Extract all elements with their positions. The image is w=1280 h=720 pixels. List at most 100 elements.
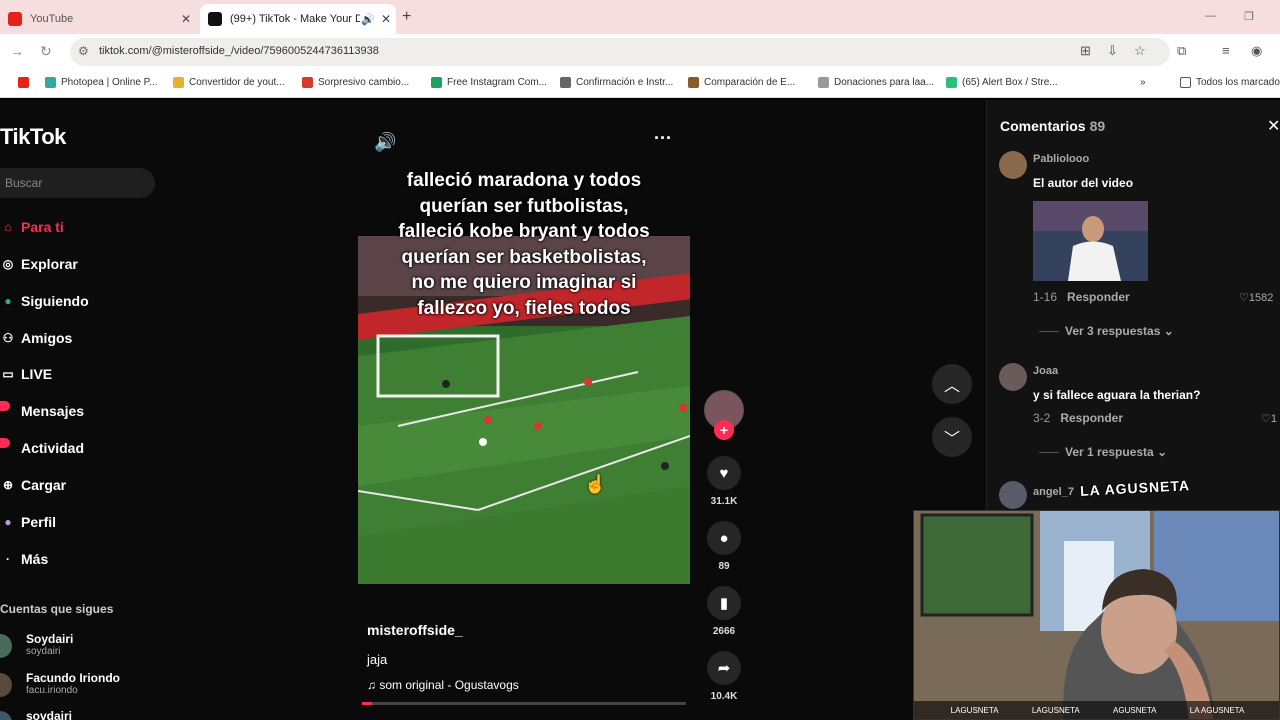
sidebar-item-live[interactable]: ▭ LIVE	[0, 362, 52, 386]
divider	[1039, 331, 1059, 333]
comments-count: 89	[1089, 118, 1106, 134]
comment-username[interactable]: Pabliolooo	[1033, 153, 1089, 165]
video-music[interactable]: ♫ som original - Ogustavogs	[367, 678, 519, 692]
bookmark-label: Confirmación e Instr...	[576, 77, 674, 88]
reload-icon[interactable]: ↻	[40, 43, 52, 60]
bookmark-folder[interactable]: Todos los marcado	[1180, 77, 1280, 88]
sidebar-item-label: Actividad	[21, 440, 85, 456]
tiktok-page: TikTok Buscar ⌂ Para ti ◎ Explorar ● Siguie…	[0, 100, 1280, 720]
share-count: 10.4K	[710, 691, 738, 702]
url-text: tiktok.com/@misteroffside_/video/7596005…	[99, 45, 379, 57]
comment-like[interactable]: ♡1582	[1239, 291, 1273, 304]
friends-icon: ⚇	[2, 331, 14, 345]
sidebar-item-explorar[interactable]: ◎ Explorar	[0, 252, 78, 276]
tab-tiktok[interactable]: (99+) TikTok - Make Your Da 🔊 ✕	[200, 4, 396, 34]
bookmarks-bar: Photopea | Online P... Convertidor de yo…	[0, 70, 1280, 98]
like-button[interactable]: ♥ 31.1K	[706, 456, 742, 507]
sidebar-item-label: Más	[21, 551, 49, 567]
bookmark-item[interactable]: Comparación de E...	[688, 77, 795, 88]
sidebar-item-actividad[interactable]: Actividad	[0, 436, 84, 460]
bookmark-item[interactable]: Sorpresivo cambio...	[302, 77, 409, 88]
bookmark-item[interactable]: Free Instagram Com...	[431, 77, 547, 88]
video-author[interactable]: misteroffside_	[367, 622, 463, 638]
avatar[interactable]	[999, 363, 1027, 391]
media-control-icon[interactable]: ≡	[1222, 43, 1230, 58]
site-info-icon[interactable]: ⚙	[78, 44, 89, 58]
sidebar-item-label: Siguiendo	[21, 293, 89, 309]
extensions-icon[interactable]: ⧉	[1177, 43, 1186, 59]
bookmark-label: Donaciones para laa...	[834, 77, 935, 88]
bookmark-label: Convertidor de yout...	[189, 77, 285, 88]
sidebar-item-cargar[interactable]: ⊕ Cargar	[0, 473, 66, 497]
bookmark-youtube-icon[interactable]	[18, 77, 34, 88]
comment-button[interactable]: ● 89	[706, 521, 742, 572]
translate-icon[interactable]: ⊞	[1080, 43, 1091, 59]
bookmark-item[interactable]: Photopea | Online P...	[45, 77, 157, 88]
tiktok-logo[interactable]: TikTok	[0, 124, 66, 150]
more-icon: ·	[6, 552, 10, 566]
video-progress-bar[interactable]	[362, 702, 686, 705]
bookmark-star-icon[interactable]: ☆	[1134, 43, 1146, 59]
sidebar-item-label: Cargar	[21, 477, 67, 493]
follow-button[interactable]: +	[714, 420, 734, 440]
reply-button[interactable]: Responder	[1067, 290, 1130, 304]
video-description: jaja	[367, 652, 388, 667]
address-bar[interactable]: ⚙ tiktok.com/@misteroffside_/video/75960…	[70, 38, 1170, 66]
next-video-button[interactable]: ﹀	[932, 417, 972, 457]
tab-youtube[interactable]: YouTube ✕	[0, 4, 196, 34]
comment-username[interactable]: angel_7	[1033, 486, 1074, 498]
profile-icon[interactable]: ◉	[1251, 43, 1262, 59]
comment-image[interactable]	[1033, 201, 1148, 281]
sidebar-item-para-ti[interactable]: ⌂ Para ti	[0, 215, 63, 239]
sidebar-item-perfil[interactable]: ● Perfil	[0, 510, 56, 534]
comment-count: 89	[718, 561, 730, 572]
logo-text: TikTok	[0, 124, 66, 149]
comment-username[interactable]: Joaa	[1033, 365, 1058, 377]
close-icon[interactable]: ✕	[176, 12, 196, 26]
forward-icon[interactable]: →	[10, 43, 24, 59]
comment-like[interactable]: ♡1	[1261, 412, 1277, 425]
sidebar-item-amigos[interactable]: ⚇ Amigos	[0, 326, 73, 350]
heart-outline-icon: ♡	[1261, 413, 1271, 425]
restore-icon[interactable]: ❐	[1244, 10, 1254, 23]
volume-icon[interactable]: 🔊	[374, 132, 396, 153]
view-replies-button[interactable]: Ver 3 respuestas ⌄	[1039, 324, 1174, 338]
speaker-icon[interactable]: 🔊	[360, 13, 376, 26]
close-icon[interactable]: ✕	[1267, 116, 1280, 136]
tab-title: YouTube	[30, 13, 74, 25]
comments-header: Comentarios 89	[1000, 118, 1105, 134]
more-bookmarks-icon[interactable]: »	[1140, 77, 1146, 88]
view-replies-button[interactable]: Ver 1 respuesta ⌄	[1039, 445, 1167, 459]
install-icon[interactable]: ⇩	[1107, 43, 1118, 59]
bookmark-item[interactable]: Donaciones para laa...	[818, 77, 934, 88]
save-button[interactable]: ▮ 2666	[706, 586, 742, 637]
account-handle: soydairi	[26, 646, 61, 657]
sidebar-item-siguiendo[interactable]: ● Siguiendo	[0, 289, 89, 313]
progress-fill	[362, 702, 372, 705]
minimize-icon[interactable]: —	[1205, 10, 1216, 22]
avatar[interactable]	[999, 151, 1027, 179]
bookmark-item[interactable]: Confirmación e Instr...	[560, 77, 673, 88]
search-input[interactable]: Buscar	[0, 168, 155, 198]
previous-video-button[interactable]: ︿	[932, 364, 972, 404]
more-options-icon[interactable]: ···	[654, 128, 672, 149]
sidebar-item-label: Explorar	[21, 256, 78, 272]
new-tab-button[interactable]: +	[402, 8, 411, 26]
comments-title: Comentarios	[1000, 118, 1086, 134]
view-replies-label: Ver 3 respuestas	[1065, 324, 1161, 338]
home-icon: ⌂	[4, 220, 12, 234]
browser-tab-strip: YouTube ✕ (99+) TikTok - Make Your Da 🔊 …	[0, 0, 1280, 34]
bookmark-item[interactable]: (65) Alert Box / Stre...	[946, 77, 1058, 88]
heart-icon: ♥	[707, 456, 741, 490]
comment-like-count: 1582	[1248, 292, 1274, 304]
avatar[interactable]	[999, 481, 1027, 509]
notification-badge	[0, 438, 10, 448]
music-note-icon: ♫	[367, 678, 376, 692]
reply-button[interactable]: Responder	[1060, 411, 1123, 425]
x-handle: LAGUSNETA	[1031, 705, 1080, 715]
close-icon[interactable]: ✕	[376, 12, 396, 26]
bookmark-item[interactable]: Convertidor de yout...	[173, 77, 285, 88]
share-button[interactable]: ➦ 10.4K	[706, 651, 742, 702]
sidebar-item-mensajes[interactable]: Mensajes	[0, 399, 84, 423]
sidebar-item-mas[interactable]: · Más	[0, 547, 48, 571]
